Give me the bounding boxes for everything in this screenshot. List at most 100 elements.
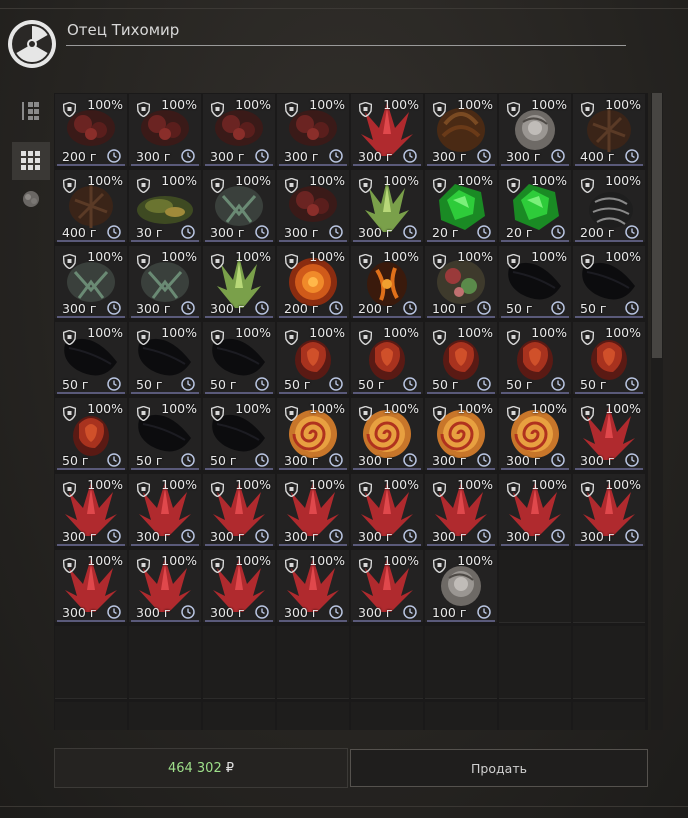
- empty-slot[interactable]: [277, 702, 349, 730]
- scrollbar-thumb[interactable]: [652, 93, 662, 358]
- artifact-tab[interactable]: [12, 180, 50, 218]
- empty-slot[interactable]: [573, 626, 645, 699]
- empty-slot[interactable]: [573, 702, 645, 730]
- item-condition: 100%: [531, 97, 567, 112]
- item-weight: 50 г: [62, 453, 89, 468]
- inventory-slot[interactable]: 100% 50 г: [55, 398, 127, 470]
- inventory-slot[interactable]: 100% 20 г: [425, 170, 497, 242]
- inventory-slot[interactable]: 100% 50 г: [351, 322, 423, 394]
- inventory-slot[interactable]: 100% 100 г: [425, 246, 497, 318]
- item-weight: 300 г: [62, 529, 97, 544]
- inventory-slot[interactable]: 100% 50 г: [499, 322, 571, 394]
- empty-slot[interactable]: [277, 626, 349, 699]
- shield-icon: [211, 254, 224, 269]
- inventory-slot[interactable]: 100% 200 г: [351, 246, 423, 318]
- inventory-slot[interactable]: 100% 50 г: [55, 322, 127, 394]
- inventory-slot[interactable]: 100% 300 г: [129, 474, 201, 546]
- inventory-slot[interactable]: 100% 300 г: [425, 398, 497, 470]
- shield-icon: [285, 102, 298, 117]
- inventory-slot[interactable]: 100% 50 г: [573, 246, 645, 318]
- empty-slot[interactable]: [499, 626, 571, 699]
- inventory-grid: 100% 200 г 100% 300 г 100% 300 г 100% 300 г 100%…: [54, 93, 648, 730]
- empty-slot[interactable]: [425, 702, 497, 730]
- inventory-slot[interactable]: 100% 300 г: [351, 94, 423, 166]
- inventory-slot[interactable]: 100% 300 г: [351, 474, 423, 546]
- inventory-slot[interactable]: 100% 300 г: [55, 474, 127, 546]
- inventory-slot[interactable]: 100% 300 г: [277, 474, 349, 546]
- empty-slot[interactable]: [425, 626, 497, 699]
- inventory-slot[interactable]: 100% 100 г: [425, 550, 497, 622]
- inventory-slot[interactable]: 100% 300 г: [55, 550, 127, 622]
- inventory-slot[interactable]: 100% 300 г: [203, 474, 275, 546]
- empty-slot[interactable]: [203, 702, 275, 730]
- inventory-slot[interactable]: 100% 300 г: [203, 550, 275, 622]
- item-condition: 100%: [87, 477, 123, 492]
- inventory-slot[interactable]: 100% 400 г: [573, 94, 645, 166]
- empty-slot[interactable]: [129, 702, 201, 730]
- clock-icon: [477, 377, 491, 391]
- inventory-slot[interactable]: 100% 30 г: [129, 170, 201, 242]
- inventory-slot[interactable]: 100% 300 г: [425, 94, 497, 166]
- inventory-slot[interactable]: 100% 50 г: [203, 322, 275, 394]
- inventory-slot[interactable]: 100% 50 г: [499, 246, 571, 318]
- inventory-slot[interactable]: 100% 300 г: [351, 550, 423, 622]
- inventory-slot[interactable]: 100% 300 г: [499, 474, 571, 546]
- inventory-slot[interactable]: 100% 300 г: [129, 550, 201, 622]
- empty-slot[interactable]: [499, 550, 571, 623]
- inventory-slot[interactable]: 100% 200 г: [573, 170, 645, 242]
- inventory-slot[interactable]: 100% 200 г: [55, 94, 127, 166]
- empty-slot[interactable]: [351, 702, 423, 730]
- empty-slot[interactable]: [203, 626, 275, 699]
- item-condition: 100%: [161, 97, 197, 112]
- inventory-slot[interactable]: 100% 300 г: [129, 94, 201, 166]
- shield-icon: [581, 406, 594, 421]
- item-condition: 100%: [161, 325, 197, 340]
- inventory-slot[interactable]: 100% 50 г: [277, 322, 349, 394]
- clock-icon: [403, 529, 417, 543]
- inventory-slot[interactable]: 100% 300 г: [203, 170, 275, 242]
- inventory-slot[interactable]: 100% 300 г: [425, 474, 497, 546]
- inventory-slot[interactable]: 100% 300 г: [277, 550, 349, 622]
- inventory-slot[interactable]: 100% 300 г: [351, 170, 423, 242]
- item-condition: 100%: [457, 325, 493, 340]
- inventory-slot[interactable]: 100% 50 г: [129, 398, 201, 470]
- inventory-slot[interactable]: 100% 300 г: [203, 94, 275, 166]
- empty-slot[interactable]: [499, 702, 571, 730]
- inventory-slot[interactable]: 100% 50 г: [425, 322, 497, 394]
- inventory-slot[interactable]: 100% 300 г: [499, 398, 571, 470]
- inventory-slot[interactable]: 100% 300 г: [351, 398, 423, 470]
- inventory-slot[interactable]: 100% 300 г: [277, 398, 349, 470]
- item-condition: 100%: [235, 325, 271, 340]
- inventory-slot[interactable]: 100% 300 г: [573, 398, 645, 470]
- empty-slot[interactable]: [55, 626, 127, 699]
- inventory-slot[interactable]: 100% 300 г: [203, 246, 275, 318]
- grid-tab[interactable]: [12, 142, 50, 180]
- item-condition: 100%: [383, 401, 419, 416]
- inventory-slot[interactable]: 100% 300 г: [55, 246, 127, 318]
- clock-icon: [181, 225, 195, 239]
- inventory-slot[interactable]: 100% 50 г: [573, 322, 645, 394]
- inventory-slot[interactable]: 100% 300 г: [499, 94, 571, 166]
- trader-name: Отец Тихомир: [67, 21, 180, 39]
- item-rarity-bar: [131, 468, 199, 470]
- inventory-slot[interactable]: 100% 300 г: [573, 474, 645, 546]
- inventory-slot[interactable]: 100% 300 г: [129, 246, 201, 318]
- item-condition: 100%: [531, 477, 567, 492]
- inventory-slot[interactable]: 100% 50 г: [203, 398, 275, 470]
- inventory-slot[interactable]: 100% 300 г: [277, 94, 349, 166]
- item-rarity-bar: [279, 240, 347, 242]
- inventory-scrollbar[interactable]: [651, 93, 663, 730]
- inventory-slot[interactable]: 100% 20 г: [499, 170, 571, 242]
- sell-button[interactable]: Продать: [350, 749, 648, 787]
- inventory-slot[interactable]: 100% 200 г: [277, 246, 349, 318]
- inventory-slot[interactable]: 100% 50 г: [129, 322, 201, 394]
- empty-slot[interactable]: [129, 626, 201, 699]
- empty-slot[interactable]: [351, 626, 423, 699]
- empty-slot[interactable]: [55, 702, 127, 730]
- inventory-slot[interactable]: 100% 300 г: [277, 170, 349, 242]
- item-rarity-bar: [501, 164, 569, 166]
- inventory-slot[interactable]: 100% 400 г: [55, 170, 127, 242]
- empty-slot[interactable]: [573, 550, 645, 623]
- item-weight: 300 г: [358, 529, 393, 544]
- sort-tab[interactable]: [12, 92, 50, 130]
